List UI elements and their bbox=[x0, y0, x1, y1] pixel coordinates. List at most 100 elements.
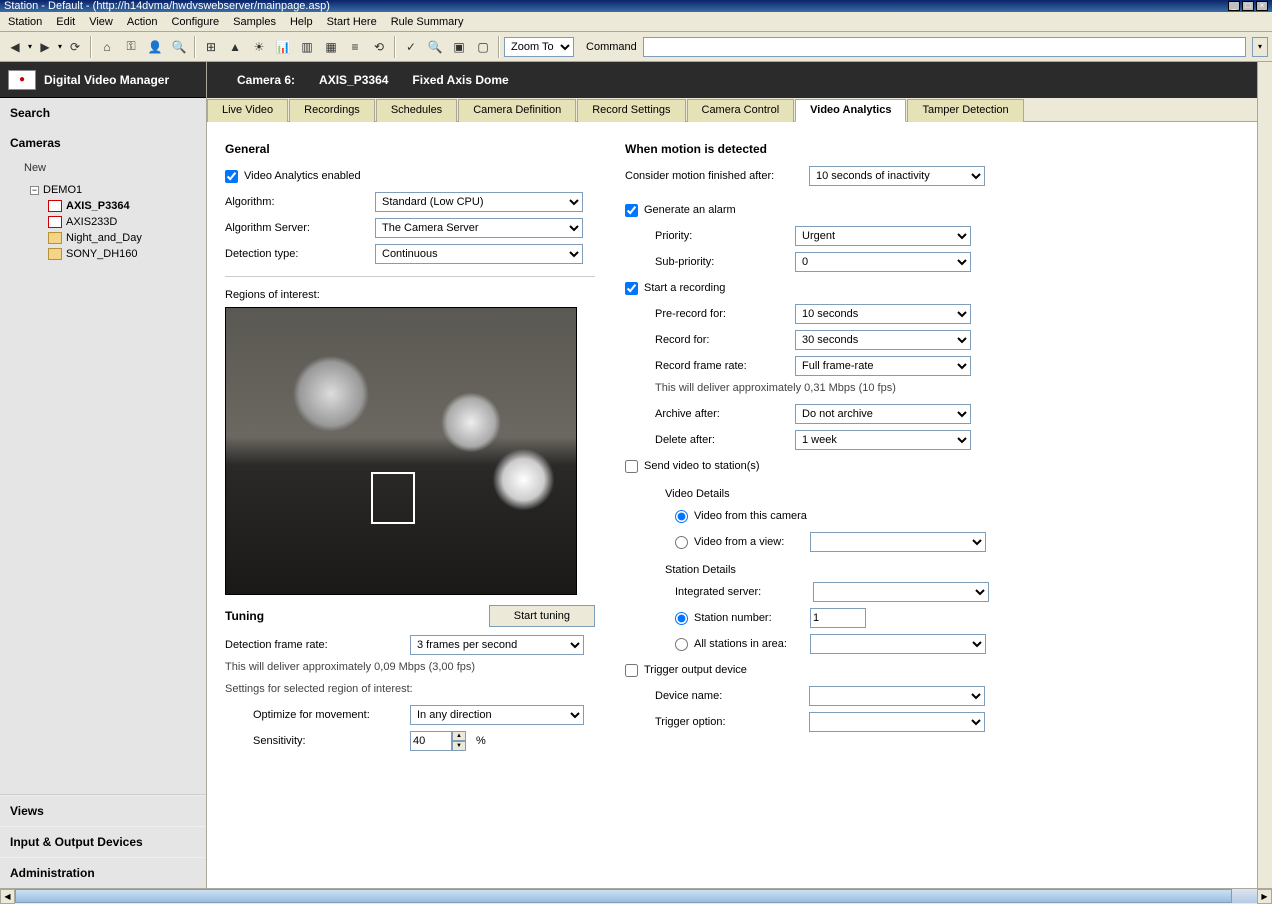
command-input[interactable] bbox=[643, 37, 1246, 57]
optimize-select[interactable]: In any direction bbox=[410, 705, 584, 725]
analytics-enabled-checkbox[interactable] bbox=[225, 170, 238, 183]
camera-disabled-icon bbox=[48, 216, 62, 228]
forward-button[interactable]: ▶ bbox=[34, 36, 56, 58]
menu-view[interactable]: View bbox=[83, 14, 119, 30]
tree-root[interactable]: − DEMO1 bbox=[20, 182, 206, 198]
priority-select[interactable]: Urgent bbox=[795, 226, 971, 246]
archive-select[interactable]: Do not archive bbox=[795, 404, 971, 424]
menu-help[interactable]: Help bbox=[284, 14, 319, 30]
home-button[interactable]: ⌂ bbox=[96, 36, 118, 58]
video-preview[interactable] bbox=[225, 307, 577, 595]
restore-button[interactable]: □ bbox=[1242, 1, 1254, 11]
delete-label: Delete after: bbox=[655, 434, 795, 446]
chart-icon[interactable]: 📊 bbox=[272, 36, 294, 58]
minimize-button[interactable]: _ bbox=[1228, 1, 1240, 11]
menu-edit[interactable]: Edit bbox=[50, 14, 81, 30]
menu-samples[interactable]: Samples bbox=[227, 14, 282, 30]
from-camera-label: Video from this camera bbox=[694, 510, 807, 522]
delete-select[interactable]: 1 week bbox=[795, 430, 971, 450]
back-button[interactable]: ◀ bbox=[4, 36, 26, 58]
light-icon[interactable]: ☀ bbox=[248, 36, 270, 58]
trigger-output-label: Trigger output device bbox=[644, 664, 747, 676]
tab-recordings[interactable]: Recordings bbox=[289, 99, 375, 122]
recordfor-select[interactable]: 30 seconds bbox=[795, 330, 971, 350]
algorithm-select[interactable]: Standard (Low CPU) bbox=[375, 192, 583, 212]
horizontal-scrollbar[interactable]: ◀ ▶ bbox=[0, 888, 1272, 903]
tab-schedules[interactable]: Schedules bbox=[376, 99, 457, 122]
stack-icon[interactable]: ≡ bbox=[344, 36, 366, 58]
recordrate-select[interactable]: Full frame-rate bbox=[795, 356, 971, 376]
sidebar-new[interactable]: New bbox=[0, 158, 206, 178]
close-button[interactable]: × bbox=[1256, 1, 1268, 11]
menu-starthere[interactable]: Start Here bbox=[321, 14, 383, 30]
zoom-icon[interactable]: 🔍 bbox=[168, 36, 190, 58]
roi-selection-box[interactable] bbox=[371, 472, 415, 524]
from-camera-radio[interactable] bbox=[675, 510, 688, 523]
collapse-icon[interactable]: − bbox=[30, 186, 39, 195]
tree-item-axis-p3364[interactable]: AXIS_P3364 bbox=[38, 198, 206, 214]
start-tuning-button[interactable]: Start tuning bbox=[489, 605, 595, 627]
command-dropdown-button[interactable]: ▾ bbox=[1252, 37, 1268, 57]
from-view-select[interactable] bbox=[810, 532, 986, 552]
detection-type-select[interactable]: Continuous bbox=[375, 244, 583, 264]
prerecord-select[interactable]: 10 seconds bbox=[795, 304, 971, 324]
sidebar-search[interactable]: Search bbox=[0, 98, 206, 128]
generate-alarm-checkbox[interactable] bbox=[625, 204, 638, 217]
check-icon[interactable]: ✓ bbox=[400, 36, 422, 58]
tab-tamper-detection[interactable]: Tamper Detection bbox=[907, 99, 1023, 122]
sensitivity-input[interactable] bbox=[410, 731, 452, 751]
menu-configure[interactable]: Configure bbox=[165, 14, 225, 30]
tree-item-sony-dh160[interactable]: SONY_DH160 bbox=[38, 246, 206, 262]
detection-framerate-select[interactable]: 3 frames per second bbox=[410, 635, 584, 655]
refresh-button[interactable]: ⟳ bbox=[64, 36, 86, 58]
tool-icon-1[interactable]: ⊞ bbox=[200, 36, 222, 58]
scroll-track[interactable] bbox=[15, 889, 1257, 903]
allstations-select[interactable] bbox=[810, 634, 986, 654]
scroll-thumb[interactable] bbox=[15, 889, 1232, 903]
tab-camera-control[interactable]: Camera Control bbox=[687, 99, 795, 122]
allstations-radio[interactable] bbox=[675, 638, 688, 651]
stationnum-radio[interactable] bbox=[675, 612, 688, 625]
finished-select[interactable]: 10 seconds of inactivity bbox=[809, 166, 985, 186]
zoom-select[interactable]: Zoom To Fit bbox=[504, 37, 574, 57]
triggeropt-select[interactable] bbox=[809, 712, 985, 732]
tab-record-settings[interactable]: Record Settings bbox=[577, 99, 685, 122]
vertical-scrollbar[interactable] bbox=[1257, 62, 1272, 888]
from-view-radio[interactable] bbox=[675, 536, 688, 549]
tab-live-video[interactable]: Live Video bbox=[207, 99, 288, 122]
stationnum-input[interactable] bbox=[810, 608, 866, 628]
start-recording-checkbox[interactable] bbox=[625, 282, 638, 295]
spin-down-button[interactable]: ▼ bbox=[452, 741, 466, 751]
screen-icon[interactable]: ▢ bbox=[472, 36, 494, 58]
key-icon[interactable]: ⚿ bbox=[120, 36, 142, 58]
menu-action[interactable]: Action bbox=[121, 14, 164, 30]
menu-rulesummary[interactable]: Rule Summary bbox=[385, 14, 470, 30]
window-icon[interactable]: ▣ bbox=[448, 36, 470, 58]
sync-icon[interactable]: ⟲ bbox=[368, 36, 390, 58]
tree-item-night-and-day[interactable]: Night_and_Day bbox=[38, 230, 206, 246]
menu-station[interactable]: Station bbox=[2, 14, 48, 30]
sensitivity-spinner[interactable]: ▲▼ bbox=[410, 731, 466, 751]
intserver-select[interactable] bbox=[813, 582, 989, 602]
send-video-checkbox[interactable] bbox=[625, 460, 638, 473]
calendar-icon[interactable]: ▦ bbox=[320, 36, 342, 58]
framerate-note: This will deliver approximately 0,09 Mbp… bbox=[225, 661, 595, 673]
sidebar-io[interactable]: Input & Output Devices bbox=[0, 826, 206, 857]
sidebar-cameras[interactable]: Cameras bbox=[0, 128, 206, 158]
search-icon[interactable]: 🔍 bbox=[424, 36, 446, 58]
user-icon[interactable]: 👤 bbox=[144, 36, 166, 58]
tree-item-axis233d[interactable]: AXIS233D bbox=[38, 214, 206, 230]
spin-up-button[interactable]: ▲ bbox=[452, 731, 466, 741]
devicename-select[interactable] bbox=[809, 686, 985, 706]
algorithm-server-select[interactable]: The Camera Server bbox=[375, 218, 583, 238]
scroll-right-button[interactable]: ▶ bbox=[1257, 889, 1272, 904]
sidebar-admin[interactable]: Administration bbox=[0, 857, 206, 888]
subpriority-select[interactable]: 0 bbox=[795, 252, 971, 272]
tab-camera-definition[interactable]: Camera Definition bbox=[458, 99, 576, 122]
sidebar-views[interactable]: Views bbox=[0, 795, 206, 826]
tab-video-analytics[interactable]: Video Analytics bbox=[795, 99, 906, 122]
alert-icon[interactable]: ▲ bbox=[224, 36, 246, 58]
trigger-output-checkbox[interactable] bbox=[625, 664, 638, 677]
scroll-left-button[interactable]: ◀ bbox=[0, 889, 15, 904]
bars-icon[interactable]: ▥ bbox=[296, 36, 318, 58]
